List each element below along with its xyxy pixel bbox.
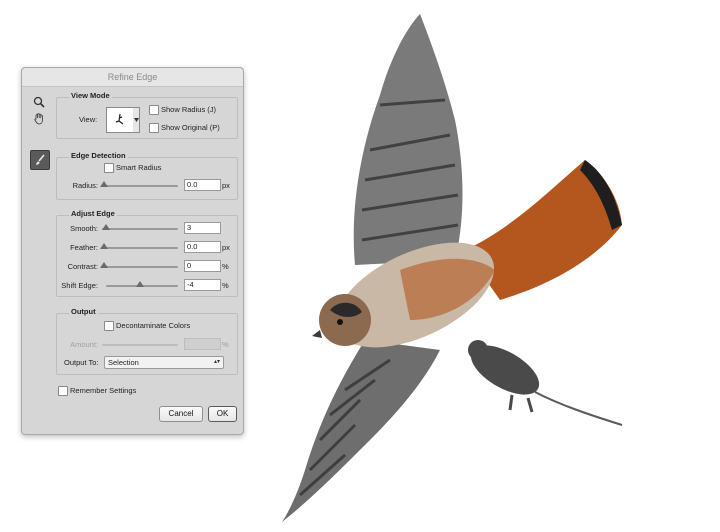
amount-slider[interactable] [102, 344, 178, 346]
smooth-slider-thumb[interactable] [102, 224, 110, 230]
shift-edge-slider-thumb[interactable] [136, 281, 144, 287]
contrast-label: Contrast: [67, 262, 98, 271]
radius-slider-thumb[interactable] [100, 181, 108, 187]
view-thumbnail[interactable] [106, 107, 134, 133]
remember-settings-label: Remember Settings [70, 386, 137, 395]
kestrel-image [282, 14, 623, 522]
remember-settings-checkbox[interactable] [58, 386, 68, 396]
shift-edge-unit: % [222, 281, 229, 290]
view-label: View: [79, 115, 98, 124]
refine-radius-brush-icon[interactable] [30, 150, 50, 170]
amount-unit: % [222, 340, 229, 349]
shift-edge-input[interactable]: -4 [184, 279, 221, 291]
feather-unit: px [222, 243, 230, 252]
smooth-input[interactable]: 3 [184, 222, 221, 234]
contrast-unit: % [222, 262, 229, 271]
amount-input[interactable] [184, 338, 221, 350]
zoom-tool-icon[interactable] [31, 94, 47, 110]
feather-slider[interactable] [100, 243, 178, 249]
edge-detection-title: Edge Detection [69, 151, 128, 160]
contrast-slider[interactable] [100, 262, 178, 268]
output-to-select[interactable]: Selection ▴▾ [104, 356, 224, 369]
shift-edge-label: Shift Edge: [61, 281, 98, 290]
feather-label: Feather: [70, 243, 98, 252]
show-original-label: Show Original (P) [161, 123, 220, 132]
show-original-checkbox[interactable] [149, 123, 159, 133]
radius-input[interactable]: 0.0 [184, 179, 221, 191]
decontaminate-label: Decontaminate Colors [116, 321, 191, 330]
ok-button[interactable]: OK [208, 406, 237, 422]
smooth-label: Smooth: [70, 224, 98, 233]
radius-slider[interactable] [100, 181, 178, 187]
amount-label: Amount: [70, 340, 98, 349]
show-radius-label: Show Radius (J) [161, 105, 217, 114]
feather-input[interactable]: 0.0 [184, 241, 221, 253]
hand-tool-icon[interactable] [31, 110, 47, 126]
decontaminate-checkbox[interactable] [104, 321, 114, 331]
shift-edge-slider[interactable] [106, 281, 178, 287]
contrast-slider-thumb[interactable] [100, 262, 108, 268]
smooth-slider[interactable] [102, 224, 178, 230]
radius-unit: px [222, 181, 230, 190]
radius-label: Radius: [72, 181, 98, 190]
output-title: Output [69, 307, 98, 316]
smart-radius-checkbox[interactable] [104, 163, 114, 173]
view-mode-title: View Mode [69, 91, 112, 100]
refine-edge-dialog: Refine Edge View Mode View: Show Radius … [21, 67, 244, 435]
dialog-title: Refine Edge [22, 68, 243, 87]
show-radius-checkbox[interactable] [149, 105, 159, 115]
select-caret-icon: ▴▾ [213, 359, 220, 365]
output-to-value: Selection [108, 358, 139, 367]
smart-radius-label: Smart Radius [116, 163, 162, 172]
cancel-button[interactable]: Cancel [159, 406, 203, 422]
feather-slider-thumb[interactable] [100, 243, 108, 249]
output-to-label: Output To: [64, 358, 99, 367]
contrast-input[interactable]: 0 [184, 260, 221, 272]
adjust-edge-title: Adjust Edge [69, 209, 117, 218]
view-dropdown-arrow[interactable] [133, 107, 140, 133]
